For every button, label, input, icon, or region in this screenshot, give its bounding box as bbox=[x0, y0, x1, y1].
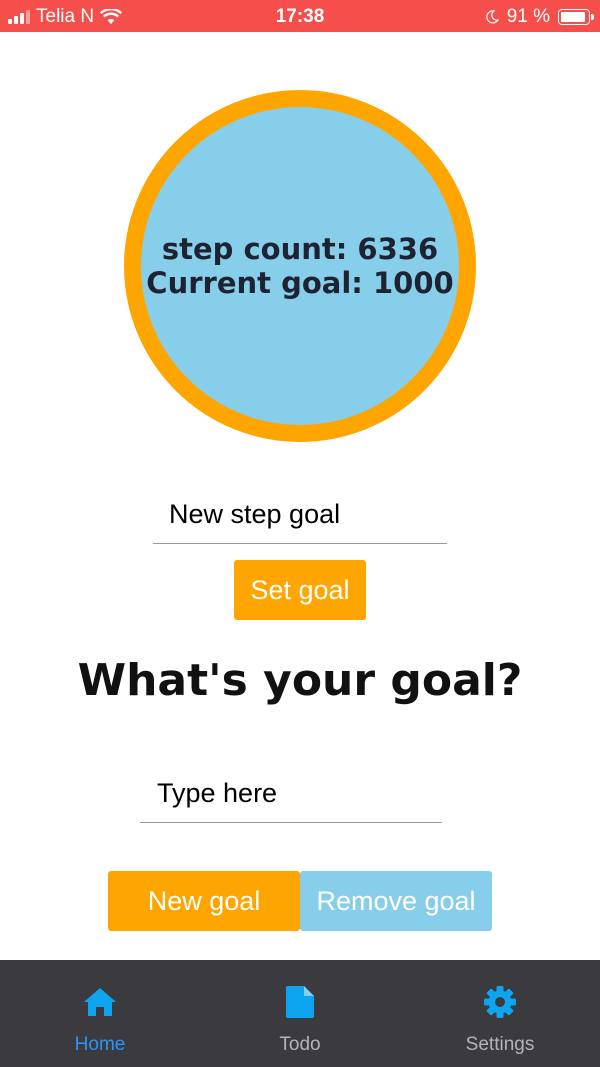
moon-icon bbox=[485, 10, 499, 24]
tab-settings-label: Settings bbox=[465, 1034, 535, 1055]
document-icon bbox=[282, 984, 318, 1020]
status-bar: Telia N 17:38 91 % bbox=[0, 0, 600, 32]
goal-text-input[interactable] bbox=[140, 765, 442, 823]
remove-goal-button[interactable]: Remove goal bbox=[300, 871, 492, 931]
gear-icon bbox=[482, 984, 518, 1020]
new-goal-button[interactable]: New goal bbox=[108, 871, 300, 931]
tab-settings[interactable]: Settings bbox=[400, 960, 600, 1067]
step-count-text: step count: 6336 bbox=[161, 232, 439, 266]
tab-home[interactable]: Home bbox=[0, 960, 200, 1067]
set-goal-button[interactable]: Set goal bbox=[234, 560, 366, 620]
bottom-tab-bar: Home Todo Settings bbox=[0, 960, 600, 1067]
tab-todo[interactable]: Todo bbox=[200, 960, 400, 1067]
step-goal-input[interactable] bbox=[153, 486, 447, 544]
battery-fill bbox=[561, 12, 585, 22]
step-progress-circle: step count: 6336 Current goal: 1000 bbox=[124, 90, 476, 442]
current-goal-text: Current goal: 1000 bbox=[146, 266, 454, 300]
battery-icon bbox=[558, 9, 594, 25]
tab-home-label: Home bbox=[74, 1034, 126, 1055]
goal-heading: What's your goal? bbox=[77, 655, 523, 706]
battery-percent: 91 % bbox=[506, 6, 550, 27]
status-right: 91 % bbox=[485, 6, 594, 28]
tab-todo-label: Todo bbox=[279, 1034, 321, 1055]
home-icon bbox=[82, 984, 118, 1020]
